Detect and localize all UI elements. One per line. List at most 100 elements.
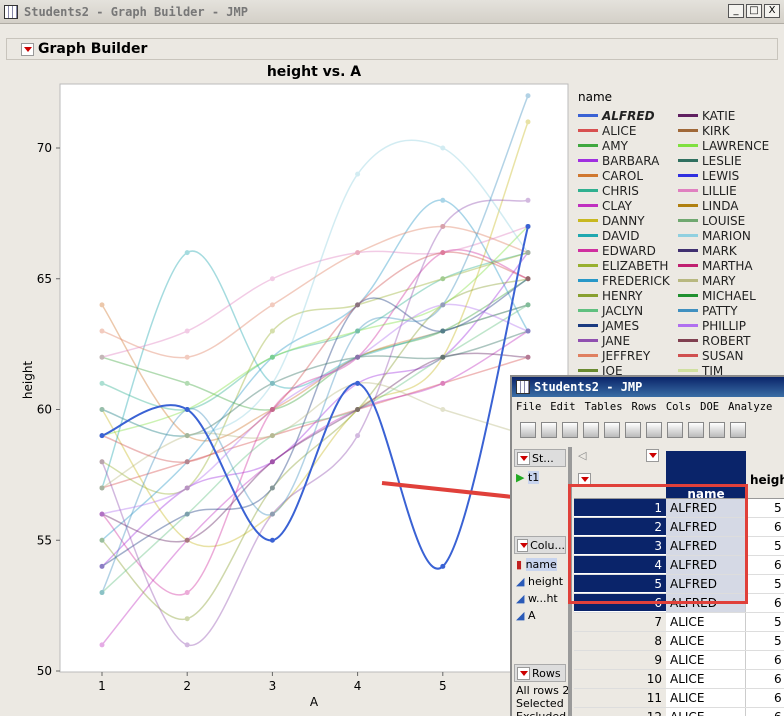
row-number[interactable]: 8 [574,632,666,650]
row-number[interactable]: 12 [574,708,666,716]
legend-item[interactable]: DANNY [578,213,678,228]
cell-name[interactable]: ALICE [666,651,746,669]
legend-item[interactable]: KATIE [678,108,778,123]
column-item[interactable]: ◢ height [512,573,568,590]
rows-panel-header[interactable]: Rows [514,664,566,682]
cell-height[interactable]: 5 [746,632,782,650]
legend-item[interactable]: EDWARD [578,243,678,258]
legend-item[interactable]: LINDA [678,198,778,213]
cell-name[interactable]: ALICE [666,613,746,631]
column-item[interactable]: ◢ w...ht [512,590,568,607]
cell-height[interactable]: 6 [746,651,782,669]
red-triangle-menu-icon[interactable] [517,451,530,465]
red-triangle-menu-icon[interactable] [517,538,529,552]
legend-item[interactable]: ROBERT [678,333,778,348]
legend-item[interactable]: KIRK [678,123,778,138]
red-triangle-menu-icon[interactable] [646,449,659,462]
menu-edit[interactable]: Edit [550,401,575,413]
legend-item[interactable]: HENRY [578,288,678,303]
legend-item[interactable]: JAMES [578,318,678,333]
legend-item[interactable]: AMY [578,138,678,153]
bars-icon[interactable] [583,422,599,438]
legend-item[interactable]: LESLIE [678,153,778,168]
legend-item[interactable]: JANE [578,333,678,348]
grid-icon[interactable] [562,422,578,438]
legend-item[interactable]: SUSAN [678,348,778,363]
cell-height[interactable]: 6 [746,689,782,707]
arrow-icon[interactable] [625,422,641,438]
cell-height[interactable]: 5 [746,537,782,555]
table-script-item[interactable]: ▶ t1 [512,469,568,486]
column-header-height[interactable]: height [750,473,784,487]
legend-item[interactable]: PHILLIP [678,318,778,333]
legend-item[interactable]: DAVID [578,228,678,243]
table-row[interactable]: 8 ALICE 5 [574,632,784,651]
fit-y-by-x-icon[interactable] [604,422,620,438]
cell-name[interactable]: ALICE [666,632,746,650]
tree-icon[interactable] [730,422,746,438]
legend-item[interactable]: MARTHA [678,258,778,273]
legend-item[interactable]: LOUISE [678,213,778,228]
cell-height[interactable]: 6 [746,556,782,574]
legend-item[interactable]: MARY [678,273,778,288]
table-row[interactable]: 9 ALICE 6 [574,651,784,670]
legend-item[interactable]: BARBARA [578,153,678,168]
scroll-left-icon[interactable]: ◁ [578,449,586,462]
cell-height[interactable]: 6 [746,708,782,716]
row-number[interactable]: 7 [574,613,666,631]
graph-icon[interactable] [667,422,683,438]
column-label: name [525,558,557,571]
layout-icon[interactable] [688,422,704,438]
legend-item[interactable]: MARK [678,243,778,258]
cell-name[interactable]: ALICE [666,689,746,707]
cell-height[interactable]: 6 [746,594,782,612]
legend-item[interactable]: CLAY [578,198,678,213]
legend-item[interactable]: CHRIS [578,183,678,198]
menu-cols[interactable]: Cols [666,401,691,413]
legend-item[interactable]: ALICE [578,123,678,138]
table-row[interactable]: 7 ALICE 5 [574,613,784,632]
table-row[interactable]: 11 ALICE 6 [574,689,784,708]
menu-doe[interactable]: DOE [700,401,719,413]
column-item[interactable]: ◢ A [512,607,568,624]
cell-height[interactable]: 5 [746,613,782,631]
legend-item[interactable]: CAROL [578,168,678,183]
legend-item[interactable]: FREDERICK [578,273,678,288]
table-row[interactable]: 12ALICE6 [574,708,784,716]
legend-item[interactable]: LILLIE [678,183,778,198]
table-icon[interactable] [541,422,557,438]
cell-height[interactable]: 6 [746,670,782,688]
tables-panel-header[interactable]: St... [514,449,566,467]
menu-analyze[interactable]: Analyze [728,401,772,413]
column-item[interactable]: ▮ name [512,556,568,573]
chart-icon[interactable] [709,422,725,438]
legend-label: MICHAEL [702,288,756,303]
legend-item[interactable]: LEWIS [678,168,778,183]
menu-rows[interactable]: Rows [632,401,657,413]
legend-item[interactable]: ELIZABETH [578,258,678,273]
menu-file[interactable]: File [516,401,541,413]
row-number[interactable]: 11 [574,689,666,707]
legend-item[interactable]: MARION [678,228,778,243]
legend-item[interactable]: JEFFREY [578,348,678,363]
row-number[interactable]: 9 [574,651,666,669]
legend-item[interactable]: ALFRED [578,108,678,123]
cell-name[interactable]: ALICE [666,708,746,716]
x-tick-label: 4 [354,679,362,693]
columns-panel-header[interactable]: Colu... [514,536,566,554]
new-table-icon[interactable] [520,422,536,438]
legend-item[interactable]: LAWRENCE [678,138,778,153]
legend-item[interactable]: MICHAEL [678,288,778,303]
legend-item[interactable]: PATTY [678,303,778,318]
legend-item[interactable]: JACLYN [578,303,678,318]
cell-height[interactable]: 6 [746,518,782,536]
row-number[interactable]: 10 [574,670,666,688]
menu-tables[interactable]: Tables [585,401,623,413]
legend-label: SUSAN [702,348,744,363]
cell-height[interactable]: 5 [746,499,782,517]
script-icon[interactable] [646,422,662,438]
table-row[interactable]: 10 ALICE 6 [574,670,784,689]
cell-height[interactable]: 5 [746,575,782,593]
cell-name[interactable]: ALICE [666,670,746,688]
red-triangle-menu-icon[interactable] [517,666,530,680]
